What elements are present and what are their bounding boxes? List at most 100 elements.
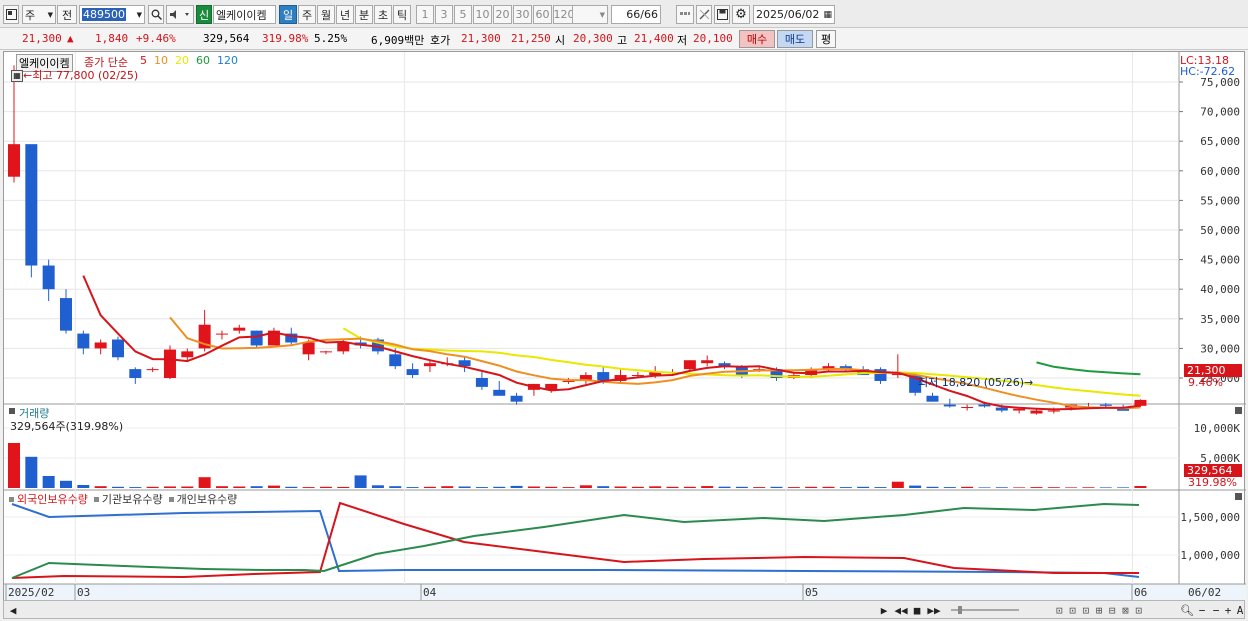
volume-bar — [423, 486, 436, 488]
rewind-icon[interactable]: ◀◀ — [893, 602, 909, 618]
period-button[interactable]: 분 — [355, 5, 373, 24]
zoom-reset-icon[interactable]: − — [1210, 602, 1222, 618]
volume-bar — [805, 486, 818, 488]
volume-bar — [614, 486, 627, 488]
sound-icon[interactable] — [166, 5, 194, 24]
low-marker: 최저 18,820 (05/26)→ — [918, 376, 1034, 389]
interval-button[interactable]: 30 — [513, 5, 532, 24]
save-icon[interactable] — [714, 5, 730, 24]
fast-forward-icon[interactable]: ▶▶ — [926, 602, 942, 618]
holding-tick-label: 1,000,000 — [1180, 549, 1240, 562]
interval-button[interactable]: 3 — [435, 5, 453, 24]
buy-button[interactable]: 매수 — [739, 30, 775, 48]
period-button[interactable]: 일 — [279, 5, 297, 24]
volume-bar — [597, 486, 610, 488]
y-tick-label: 65,000 — [1200, 135, 1240, 148]
volume-bar — [1134, 486, 1147, 488]
period-button[interactable]: 년 — [336, 5, 354, 24]
candle-body — [389, 354, 402, 367]
legend-label[interactable]: 개인보유수량 — [177, 493, 238, 506]
zoom-slider[interactable] — [948, 602, 1022, 618]
volume-bar — [267, 485, 280, 488]
interval-button[interactable]: 20 — [493, 5, 512, 24]
chart-canvas[interactable]: 75,00070,00065,00060,00055,00050,00045,0… — [4, 52, 1246, 601]
volume-bar — [1065, 487, 1078, 488]
y-tick-label: 30,000 — [1200, 342, 1240, 355]
holding-tick-label: 1,500,000 — [1180, 511, 1240, 524]
interval-button[interactable]: 10 — [473, 5, 492, 24]
draw-tool-icon[interactable] — [696, 5, 712, 24]
interval-button[interactable]: 5 — [454, 5, 472, 24]
period-type-value: 주 — [25, 8, 36, 22]
volume-bar — [579, 485, 592, 488]
average-price-button[interactable]: 평 — [816, 30, 836, 48]
legend-label[interactable]: 기관보유수량 — [102, 493, 163, 506]
candle-body — [42, 265, 55, 290]
search-icon[interactable] — [148, 5, 164, 24]
open-price: 20,300 — [573, 32, 613, 45]
volume-bar — [1013, 487, 1026, 488]
period-button[interactable]: 초 — [374, 5, 392, 24]
x-tick-label: 06 — [1134, 586, 1147, 599]
period-button[interactable]: 틱 — [393, 5, 411, 24]
volume-bar — [1082, 487, 1095, 488]
ma-period-label[interactable]: 120 — [217, 54, 238, 67]
ma-period-label[interactable]: 10 — [154, 54, 168, 67]
interval-button[interactable]: 1 — [416, 5, 434, 24]
x-axis-current-date: 06/02 — [1188, 586, 1221, 599]
interval-button[interactable]: 60 — [533, 5, 552, 24]
zoom-in-icon[interactable]: + — [1222, 602, 1234, 618]
ma60-line — [1036, 361, 1141, 376]
zoom-out-icon[interactable]: − — [1196, 602, 1208, 618]
ma10-line — [169, 316, 1141, 410]
ma-period-label[interactable]: 60 — [196, 54, 210, 67]
stock-code-value: 489500 — [82, 8, 126, 21]
auto-scroll-icon[interactable] — [676, 5, 694, 24]
candle-body — [701, 360, 714, 364]
date-input[interactable]: 2025/06/02 ▦ — [753, 5, 835, 24]
scroll-left-icon[interactable]: ◀ — [6, 602, 20, 618]
period-button[interactable]: 주 — [298, 5, 316, 24]
close-panel-icon[interactable] — [1235, 493, 1242, 500]
volume-bar — [857, 486, 870, 488]
close-panel-icon[interactable] — [1235, 407, 1242, 414]
calendar-icon[interactable]: ▦ — [11, 70, 23, 82]
candle-body — [25, 144, 38, 266]
count-value: 66 — [626, 8, 641, 21]
date-value: 2025/06/02 — [756, 8, 820, 21]
interval-select[interactable]: ▼ — [572, 5, 608, 24]
sell-button[interactable]: 매도 — [777, 30, 813, 48]
volume-bar — [475, 487, 488, 488]
ma-period-label[interactable]: 20 — [175, 54, 189, 67]
panel-marker-icon — [9, 408, 15, 414]
volume-bar — [1117, 487, 1130, 488]
drawing-tools-icon[interactable]: ⊡ ⊡ ⊡ ⊞ ⊟ ⊠ ⊡ — [1024, 602, 1174, 618]
stop-icon[interactable]: ■ — [910, 602, 924, 618]
legend-label[interactable]: 외국인보유수량 — [17, 493, 88, 506]
chart-area[interactable]: 75,000 70,000 65,000 60,000 55,000 50,000 45,0… — [3, 51, 1246, 601]
prev-button[interactable]: 전 — [57, 5, 77, 24]
volume-current: 329,564주(319.98%) — [10, 420, 124, 433]
calendar-icon[interactable]: ▦ — [823, 10, 832, 20]
volume-bar — [735, 486, 748, 488]
zoom-icon[interactable]: 🔍︎ — [1180, 602, 1194, 618]
candle-body — [562, 380, 575, 382]
open-label: 시 — [555, 34, 566, 47]
count-field[interactable]: 66/66 — [611, 5, 661, 24]
scroll-bar[interactable]: ◀ ▶ ◀◀ ■ ▶▶ ⊡ ⊡ ⊡ ⊞ ⊟ ⊠ ⊡ 🔍︎ − − + A — [3, 600, 1245, 619]
ma-period-label[interactable]: 5 — [140, 54, 147, 67]
volume-bar — [510, 485, 523, 488]
stock-code-input[interactable]: 489500 ▼ — [79, 5, 145, 24]
volume-pct-tag: 319.98% — [1188, 476, 1237, 489]
candle-body — [423, 363, 436, 367]
window-icon[interactable] — [3, 5, 19, 24]
play-icon[interactable]: ▶ — [877, 602, 891, 618]
font-size-icon[interactable]: A — [1234, 602, 1246, 618]
volume-bar — [25, 456, 38, 488]
institution-holding-line — [11, 503, 1140, 578]
individual-holding-line — [11, 502, 1140, 579]
period-type-select[interactable]: 주 ▼ — [22, 5, 56, 24]
period-button[interactable]: 월 — [317, 5, 335, 24]
gear-icon[interactable]: ⚙ — [732, 5, 750, 24]
volume-bar — [146, 486, 159, 488]
